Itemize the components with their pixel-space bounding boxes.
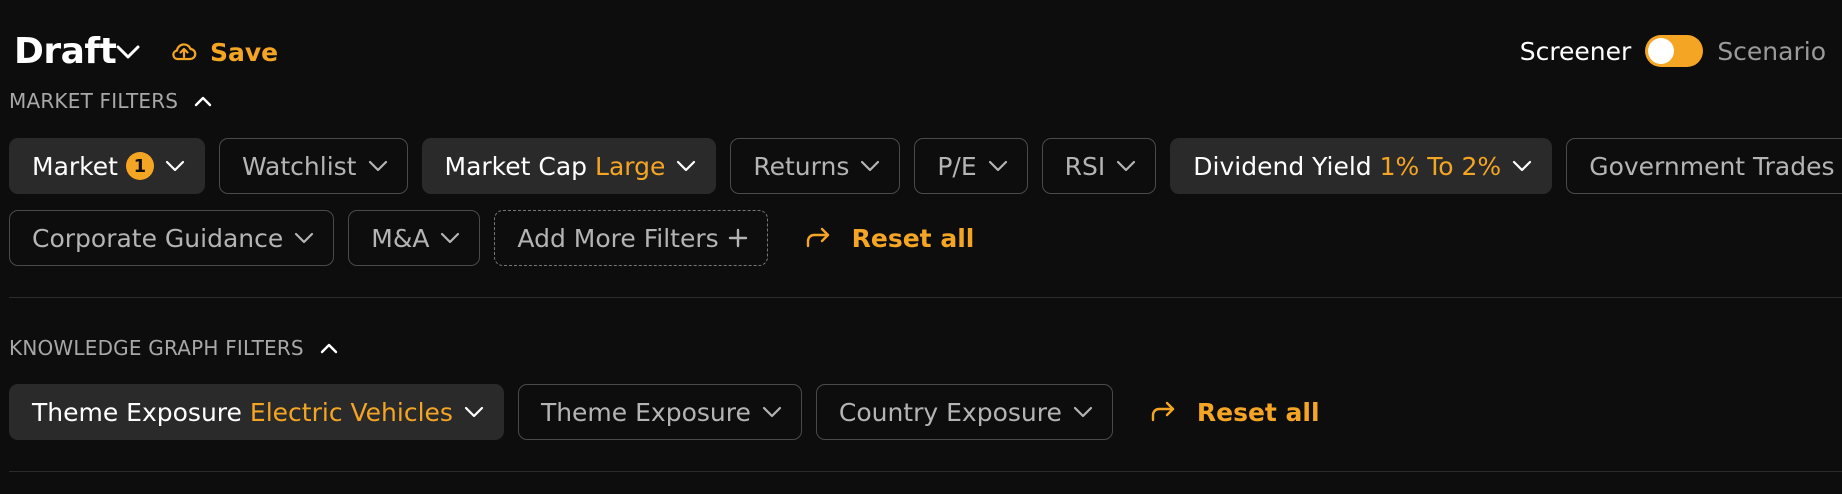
knowledge-graph-reset-all-button[interactable]: Reset all [1127,384,1320,440]
section-divider [9,297,1842,298]
share-forward-icon [806,227,829,248]
share-forward-icon [1151,401,1175,422]
plus-icon [728,228,747,248]
chip-value: Electric Vehicles [249,397,453,427]
chip-label: Theme Exposure [540,397,751,427]
chevron-down-icon [762,406,781,418]
chip-label: Market [32,151,118,181]
chip-label: Dividend Yield [1193,151,1372,181]
save-button[interactable]: Save [170,34,278,70]
chip-label: Returns [753,151,850,181]
filter-chip-market-cap[interactable]: Market Cap Large [421,138,717,194]
filter-chip-government-trades[interactable]: Government Trades [1566,138,1842,194]
toggle-knob [1648,38,1675,64]
chip-value: Large [595,151,666,181]
filter-chip-dividend-yield[interactable]: Dividend Yield 1% To 2% [1170,138,1553,194]
mode-screener-label[interactable]: Screener [1520,37,1632,66]
market-reset-all-button[interactable]: Reset all [782,210,975,266]
chevron-down-icon [1073,406,1092,418]
cloud-upload-icon [172,43,197,61]
market-filters-row-1: Market 1 Watchlist Market Cap Large Retu… [9,137,1842,195]
reset-all-label: Reset all [851,223,975,253]
chevron-up-icon [320,343,338,354]
section-divider [9,471,1842,472]
knowledge-graph-filters-row: Theme Exposure Electric Vehicles Theme E… [9,383,1320,441]
chevron-down-icon [988,160,1007,172]
filter-chip-watchlist[interactable]: Watchlist [218,138,408,194]
chip-label: M&A [371,223,430,253]
filter-chip-returns[interactable]: Returns [730,138,901,194]
reset-all-label: Reset all [1196,397,1320,427]
chevron-down-icon [1117,160,1136,172]
filter-chip-m-and-a[interactable]: M&A [348,210,481,266]
chevron-down-icon [165,160,185,172]
count-badge: 1 [125,152,154,180]
chevron-down-icon [1513,160,1532,172]
chip-label: Country Exposure [838,397,1062,427]
knowledge-graph-filters-toggle[interactable]: KNOWLEDGE GRAPH FILTERS [9,333,340,363]
market-filters-toggle[interactable]: MARKET FILTERS [9,86,214,116]
chip-label: P/E [937,151,977,181]
filter-chip-rsi[interactable]: RSI [1041,138,1157,194]
chip-label: Market Cap [444,151,588,181]
market-filters-row-2: Corporate Guidance M&A Add More Filters … [9,209,974,267]
chevron-down-icon [464,406,484,418]
chip-label: Theme Exposure [32,397,242,427]
mode-scenario-label[interactable]: Scenario [1717,37,1826,66]
chevron-down-icon[interactable] [114,40,142,64]
chevron-down-icon [441,232,460,244]
chevron-up-icon [195,96,212,107]
market-filters-heading: MARKET FILTERS [9,89,179,113]
chevron-down-icon [368,160,387,172]
chip-value: 1% To 2% [1379,151,1502,181]
filter-chip-pe[interactable]: P/E [914,138,1028,194]
chevron-down-icon [677,160,696,172]
save-label: Save [210,37,279,67]
add-more-filters-label: Add More Filters [517,223,719,253]
add-more-filters-button[interactable]: Add More Filters [494,210,768,266]
mode-toggle-switch[interactable] [1645,35,1704,67]
knowledge-graph-filters-heading: KNOWLEDGE GRAPH FILTERS [9,336,304,360]
chip-label: Government Trades [1589,151,1835,181]
page-title[interactable]: Draft [14,30,117,74]
filter-chip-corporate-guidance[interactable]: Corporate Guidance [9,210,335,266]
filter-chip-country-exposure[interactable]: Country Exposure [815,384,1113,440]
top-bar: Draft Save Screener Scenario [0,0,1842,96]
filter-chip-theme-exposure[interactable]: Theme Exposure [517,384,802,440]
filter-chip-market[interactable]: Market 1 [9,138,205,194]
filter-chip-theme-exposure-active[interactable]: Theme Exposure Electric Vehicles [9,384,504,440]
chip-label: RSI [1064,151,1106,181]
chevron-down-icon [295,232,314,244]
chip-label: Watchlist [241,151,357,181]
chevron-down-icon [861,160,880,172]
chip-label: Corporate Guidance [32,223,284,253]
mode-toggle-group: Screener Scenario [1520,32,1826,70]
